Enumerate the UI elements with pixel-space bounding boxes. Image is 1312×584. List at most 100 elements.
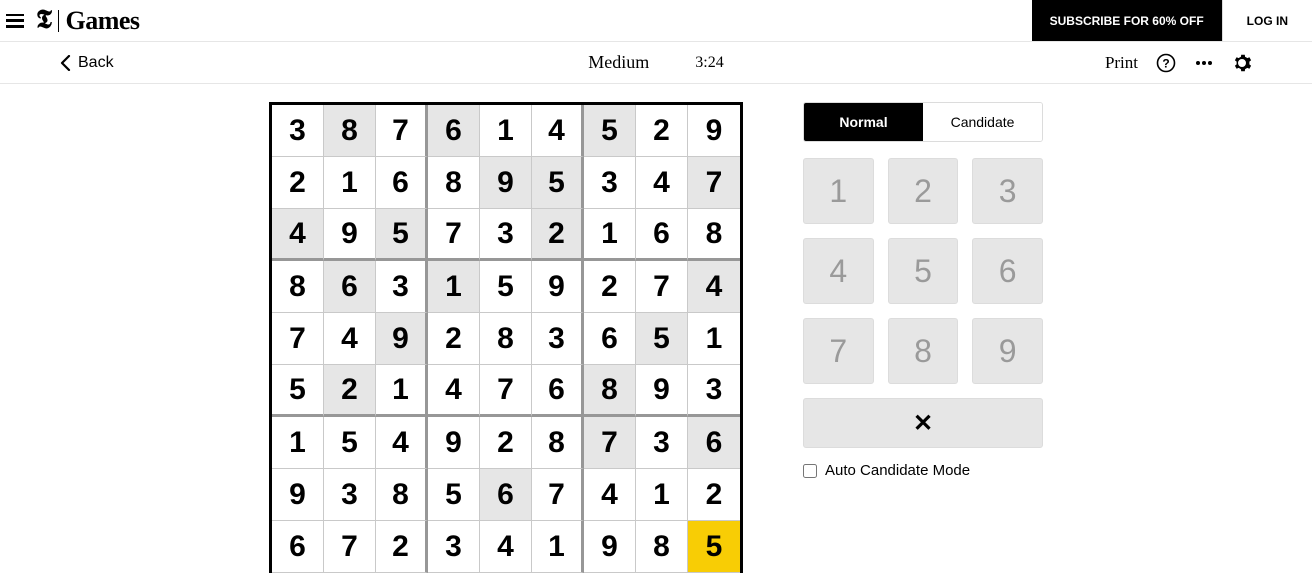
sudoku-cell[interactable]: 4 xyxy=(272,209,324,261)
sudoku-cell[interactable]: 8 xyxy=(428,157,480,209)
menu-icon[interactable] xyxy=(6,14,24,28)
auto-candidate-checkbox[interactable] xyxy=(803,464,817,478)
keypad-6[interactable]: 6 xyxy=(972,238,1043,304)
sudoku-cell[interactable]: 3 xyxy=(428,521,480,573)
sudoku-cell[interactable]: 3 xyxy=(584,157,636,209)
keypad-clear[interactable]: ✕ xyxy=(803,398,1043,448)
help-icon[interactable]: ? xyxy=(1156,53,1176,73)
sudoku-cell[interactable]: 3 xyxy=(532,313,584,365)
sudoku-cell[interactable]: 2 xyxy=(532,209,584,261)
subscribe-button[interactable]: SUBSCRIBE FOR 60% OFF xyxy=(1032,0,1222,41)
sudoku-cell[interactable]: 4 xyxy=(376,417,428,469)
sudoku-cell[interactable]: 2 xyxy=(688,469,740,521)
sudoku-cell[interactable]: 5 xyxy=(376,209,428,261)
sudoku-cell[interactable]: 5 xyxy=(428,469,480,521)
sudoku-cell[interactable]: 6 xyxy=(324,261,376,313)
sudoku-cell[interactable]: 4 xyxy=(324,313,376,365)
sudoku-cell[interactable]: 2 xyxy=(480,417,532,469)
sudoku-cell[interactable]: 9 xyxy=(324,209,376,261)
sudoku-cell[interactable]: 8 xyxy=(272,261,324,313)
sudoku-cell[interactable]: 1 xyxy=(272,417,324,469)
sudoku-cell[interactable]: 3 xyxy=(636,417,688,469)
sudoku-cell[interactable]: 3 xyxy=(272,105,324,157)
keypad-8[interactable]: 8 xyxy=(888,318,959,384)
sudoku-cell[interactable]: 8 xyxy=(324,105,376,157)
sudoku-cell[interactable]: 6 xyxy=(532,365,584,417)
site-logo[interactable]: 𝕿 Games xyxy=(36,5,140,36)
sudoku-cell[interactable]: 6 xyxy=(428,105,480,157)
keypad-7[interactable]: 7 xyxy=(803,318,874,384)
sudoku-cell[interactable]: 1 xyxy=(480,105,532,157)
sudoku-cell[interactable]: 8 xyxy=(532,417,584,469)
sudoku-cell[interactable]: 3 xyxy=(376,261,428,313)
sudoku-cell[interactable]: 2 xyxy=(324,365,376,417)
keypad-9[interactable]: 9 xyxy=(972,318,1043,384)
sudoku-cell[interactable]: 3 xyxy=(324,469,376,521)
sudoku-cell[interactable]: 4 xyxy=(636,157,688,209)
keypad-4[interactable]: 4 xyxy=(803,238,874,304)
sudoku-cell[interactable]: 2 xyxy=(272,157,324,209)
sudoku-cell[interactable]: 1 xyxy=(376,365,428,417)
sudoku-cell[interactable]: 6 xyxy=(584,313,636,365)
sudoku-cell[interactable]: 5 xyxy=(480,261,532,313)
sudoku-cell[interactable]: 2 xyxy=(376,521,428,573)
login-button[interactable]: LOG IN xyxy=(1222,0,1312,41)
keypad-5[interactable]: 5 xyxy=(888,238,959,304)
sudoku-cell[interactable]: 6 xyxy=(480,469,532,521)
sudoku-cell[interactable]: 9 xyxy=(636,365,688,417)
more-icon[interactable] xyxy=(1194,53,1214,73)
sudoku-cell[interactable]: 1 xyxy=(636,469,688,521)
sudoku-cell[interactable]: 8 xyxy=(688,209,740,261)
sudoku-cell[interactable]: 1 xyxy=(584,209,636,261)
sudoku-cell[interactable]: 5 xyxy=(584,105,636,157)
auto-candidate-label[interactable]: Auto Candidate Mode xyxy=(825,462,970,479)
sudoku-cell[interactable]: 6 xyxy=(272,521,324,573)
sudoku-cell[interactable]: 8 xyxy=(376,469,428,521)
sudoku-cell[interactable]: 6 xyxy=(688,417,740,469)
sudoku-cell[interactable]: 5 xyxy=(272,365,324,417)
sudoku-cell[interactable]: 7 xyxy=(376,105,428,157)
sudoku-cell[interactable]: 4 xyxy=(428,365,480,417)
mode-normal-button[interactable]: Normal xyxy=(804,103,923,141)
keypad-2[interactable]: 2 xyxy=(888,158,959,224)
sudoku-cell[interactable]: 5 xyxy=(688,521,740,573)
settings-icon[interactable] xyxy=(1232,53,1252,73)
sudoku-cell[interactable]: 1 xyxy=(532,521,584,573)
sudoku-cell[interactable]: 5 xyxy=(636,313,688,365)
sudoku-cell[interactable]: 7 xyxy=(532,469,584,521)
sudoku-cell[interactable]: 4 xyxy=(532,105,584,157)
sudoku-cell[interactable]: 6 xyxy=(636,209,688,261)
back-button[interactable]: Back xyxy=(60,54,114,72)
sudoku-cell[interactable]: 3 xyxy=(480,209,532,261)
sudoku-cell[interactable]: 3 xyxy=(688,365,740,417)
print-button[interactable]: Print xyxy=(1105,53,1138,73)
sudoku-cell[interactable]: 9 xyxy=(584,521,636,573)
sudoku-cell[interactable]: 4 xyxy=(584,469,636,521)
sudoku-cell[interactable]: 9 xyxy=(428,417,480,469)
sudoku-cell[interactable]: 6 xyxy=(376,157,428,209)
sudoku-cell[interactable]: 7 xyxy=(636,261,688,313)
sudoku-cell[interactable]: 9 xyxy=(532,261,584,313)
sudoku-cell[interactable]: 4 xyxy=(480,521,532,573)
mode-candidate-button[interactable]: Candidate xyxy=(923,103,1042,141)
sudoku-cell[interactable]: 7 xyxy=(584,417,636,469)
sudoku-cell[interactable]: 9 xyxy=(480,157,532,209)
sudoku-cell[interactable]: 4 xyxy=(688,261,740,313)
sudoku-cell[interactable]: 9 xyxy=(272,469,324,521)
sudoku-cell[interactable]: 7 xyxy=(480,365,532,417)
sudoku-cell[interactable]: 2 xyxy=(428,313,480,365)
keypad-3[interactable]: 3 xyxy=(972,158,1043,224)
sudoku-cell[interactable]: 1 xyxy=(428,261,480,313)
sudoku-cell[interactable]: 1 xyxy=(688,313,740,365)
sudoku-cell[interactable]: 9 xyxy=(688,105,740,157)
sudoku-cell[interactable]: 2 xyxy=(584,261,636,313)
sudoku-cell[interactable]: 1 xyxy=(324,157,376,209)
sudoku-cell[interactable]: 5 xyxy=(324,417,376,469)
sudoku-cell[interactable]: 7 xyxy=(272,313,324,365)
sudoku-cell[interactable]: 2 xyxy=(636,105,688,157)
keypad-1[interactable]: 1 xyxy=(803,158,874,224)
sudoku-cell[interactable]: 7 xyxy=(324,521,376,573)
sudoku-cell[interactable]: 5 xyxy=(532,157,584,209)
sudoku-cell[interactable]: 9 xyxy=(376,313,428,365)
sudoku-cell[interactable]: 7 xyxy=(428,209,480,261)
